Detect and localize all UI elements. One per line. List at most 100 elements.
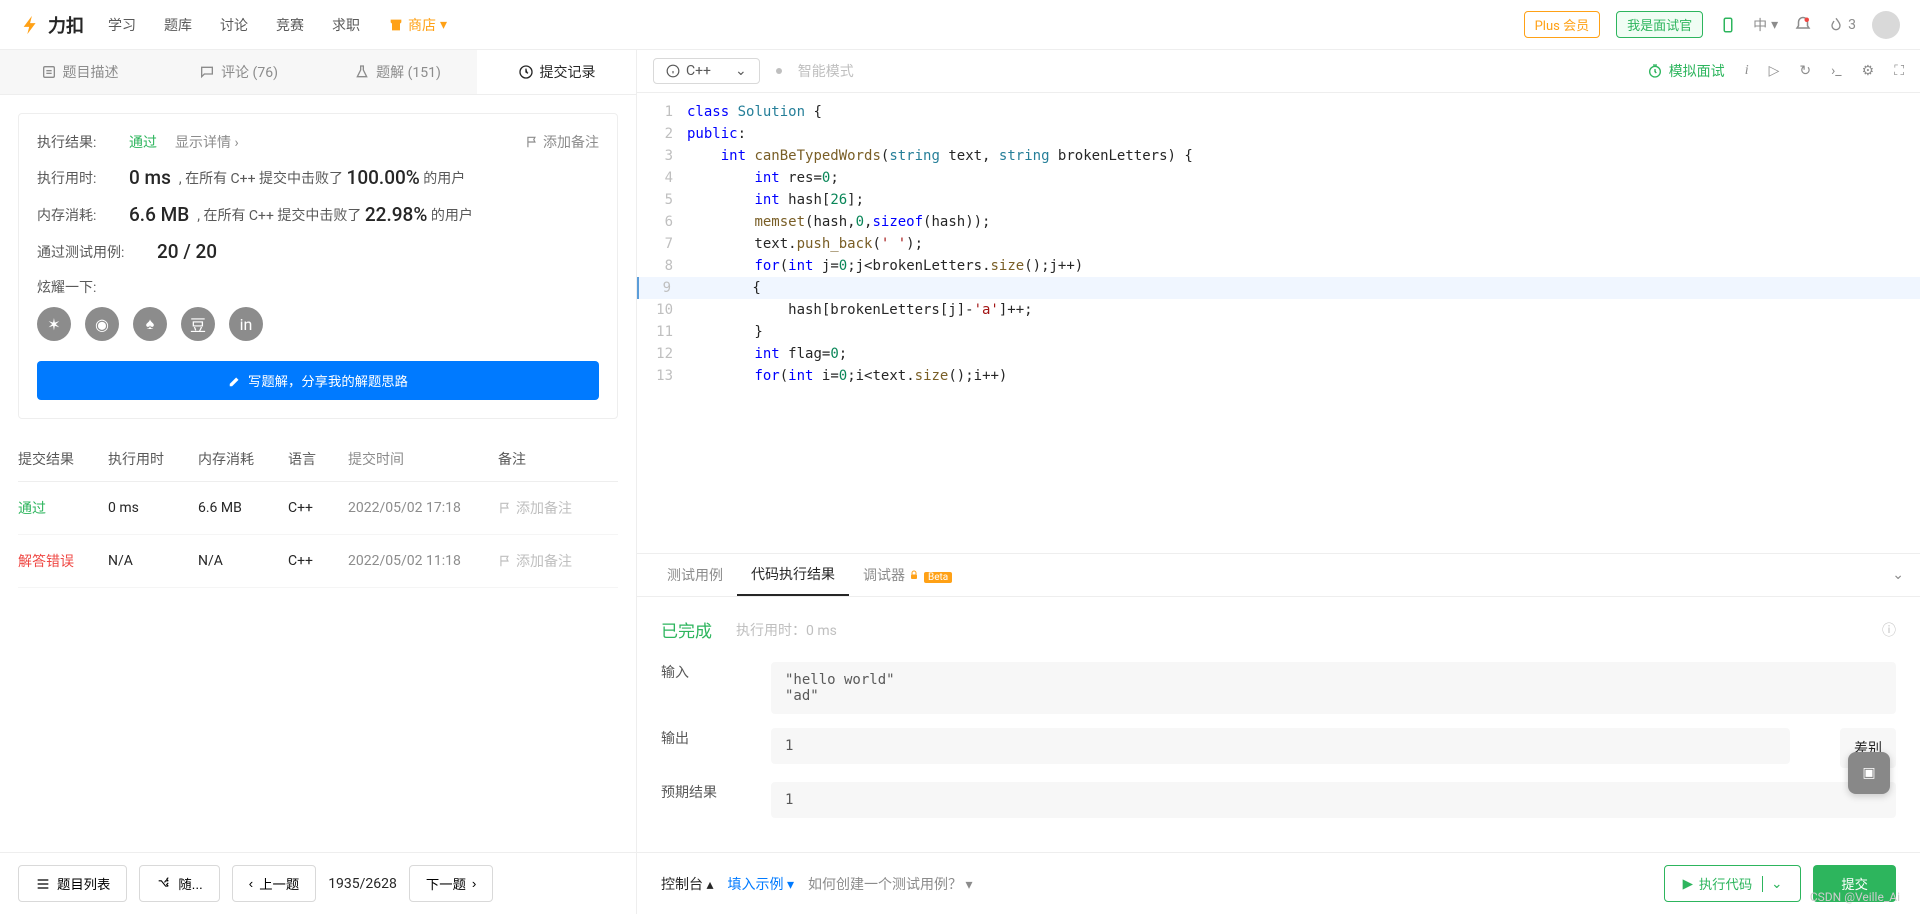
nav-discuss[interactable]: 讨论: [220, 15, 248, 35]
history-icon: [518, 64, 534, 80]
submission-table: 提交结果 执行用时 内存消耗 语言 提交时间 备注 通过 0 ms 6.6 MB…: [18, 437, 618, 588]
console-panel: 测试用例 代码执行结果 调试器 Beta ⌄ 已完成 执行用时：0 ms ⓘ 输…: [637, 553, 1920, 914]
language-select[interactable]: C++ ⌄: [653, 58, 760, 84]
tab-comments[interactable]: 评论 (76): [159, 50, 318, 94]
header-right: Plus 会员 我是面试官 中 ▾ 3: [1524, 11, 1900, 39]
right-panel: C++ ⌄ 智能模式 模拟面试 i ▷ ↻ ›_ ⚙ ⛶ 1class Solu…: [637, 50, 1920, 914]
floating-action-button[interactable]: ▣: [1848, 752, 1890, 794]
logo[interactable]: 力扣: [20, 12, 84, 38]
submit-button[interactable]: 提交: [1813, 865, 1896, 902]
console-exec-time: 执行用时：0 ms: [736, 620, 837, 640]
clock-icon: [1647, 63, 1663, 79]
table-row[interactable]: 解答错误 N/A N/A C++ 2022/05/02 11:18 添加备注: [18, 535, 618, 588]
input-box: "hello world" "ad": [771, 662, 1896, 714]
console-footer: 控制台 ▴ 填入示例 ▾ 如何创建一个测试用例？ ▾ ▶ 执行代码 ⌄ 提交: [637, 852, 1920, 914]
ctab-testcase[interactable]: 测试用例: [653, 555, 737, 595]
brand-text: 力扣: [48, 12, 84, 38]
qq-icon[interactable]: ♠: [133, 307, 167, 341]
flask-icon: [354, 64, 370, 80]
console-tabs: 测试用例 代码执行结果 调试器 Beta ⌄: [637, 554, 1920, 597]
mobile-icon[interactable]: [1719, 16, 1737, 34]
tab-submissions[interactable]: 提交记录: [477, 50, 636, 94]
nav-learn[interactable]: 学习: [108, 15, 136, 35]
submission-content: 执行结果: 通过 显示详情 › 添加备注 执行用时: 0 ms , 在所有 C+…: [0, 95, 636, 852]
plus-button[interactable]: Plus 会员: [1524, 11, 1600, 38]
tab-description[interactable]: 题目描述: [0, 50, 159, 94]
next-button[interactable]: 下一题 ›: [409, 865, 493, 902]
avatar[interactable]: [1872, 11, 1900, 39]
play-icon[interactable]: ▷: [1769, 63, 1780, 79]
mem-value: 6.6 MB: [129, 203, 189, 226]
collapse-icon[interactable]: ⌄: [1892, 567, 1904, 583]
doc-icon: [41, 64, 57, 80]
add-note-link[interactable]: 添加备注: [498, 498, 618, 518]
exec-result-label: 执行结果:: [37, 132, 129, 152]
top-header: 力扣 学习 题库 讨论 竞赛 求职 商店 ▾ Plus 会员 我是面试官 中 ▾…: [0, 0, 1920, 50]
write-solution-button[interactable]: 写题解，分享我的解题思路: [37, 361, 599, 400]
comment-icon: [199, 64, 215, 80]
result-card: 执行结果: 通过 显示详情 › 添加备注 执行用时: 0 ms , 在所有 C+…: [18, 113, 618, 419]
testcase-value: 20 / 20: [157, 240, 217, 263]
linkedin-icon[interactable]: in: [229, 307, 263, 341]
tab-solutions[interactable]: 题解 (151): [318, 50, 477, 94]
left-panel: 题目描述 评论 (76) 题解 (151) 提交记录 执行结果: 通过 显示详情…: [0, 50, 637, 914]
mock-interview-button[interactable]: 模拟面试: [1647, 61, 1725, 81]
shuffle-icon: [156, 876, 172, 892]
ui-language[interactable]: 中 ▾: [1753, 15, 1778, 35]
nav-store[interactable]: 商店 ▾: [388, 15, 447, 35]
problem-counter: 1935/2628: [328, 876, 397, 892]
code-editor[interactable]: 1class Solution {2public:3 int canBeType…: [637, 93, 1920, 553]
prev-button[interactable]: ‹ 上一题: [232, 865, 316, 902]
leetcode-icon: [20, 14, 42, 36]
list-icon: [35, 876, 51, 892]
ctab-debugger[interactable]: 调试器 Beta: [849, 555, 966, 595]
settings-icon[interactable]: ⚙: [1862, 63, 1875, 79]
done-status: 已完成: [661, 617, 712, 642]
fill-example-link[interactable]: 填入示例 ▾: [728, 874, 795, 894]
smart-mode[interactable]: 智能模式: [798, 61, 854, 81]
terminal-icon[interactable]: ›_: [1831, 63, 1842, 79]
console-toggle[interactable]: 控制台 ▴: [661, 874, 714, 894]
add-note-link[interactable]: 添加备注: [498, 551, 618, 571]
share-icons: ✶ ◉ ♠ 豆 in: [37, 307, 599, 341]
problem-tabs: 题目描述 评论 (76) 题解 (151) 提交记录: [0, 50, 636, 95]
fullscreen-icon[interactable]: ⛶: [1894, 63, 1904, 79]
table-row[interactable]: 通过 0 ms 6.6 MB C++ 2022/05/02 17:18 添加备注: [18, 482, 618, 535]
howto-link[interactable]: 如何创建一个测试用例？ ▾: [808, 874, 973, 894]
dot-icon: [776, 68, 782, 74]
show-detail-link[interactable]: 显示详情 ›: [175, 132, 239, 152]
time-beat: 100.00%: [347, 166, 420, 189]
run-code-button[interactable]: ▶ 执行代码 ⌄: [1664, 865, 1802, 902]
flag-icon: [525, 135, 539, 149]
douban-icon[interactable]: 豆: [181, 307, 215, 341]
problem-list-button[interactable]: 题目列表: [18, 865, 127, 902]
nav-contest[interactable]: 竞赛: [276, 15, 304, 35]
bell-icon[interactable]: [1794, 16, 1812, 34]
info-icon-btn[interactable]: i: [1745, 63, 1749, 79]
pencil-icon: [228, 374, 242, 388]
interviewer-button[interactable]: 我是面试官: [1616, 11, 1703, 38]
share-label: 炫耀一下:: [37, 277, 599, 297]
random-button[interactable]: 随...: [139, 865, 219, 902]
testcase-label: 通过测试用例:: [37, 242, 157, 262]
help-icon[interactable]: ⓘ: [1882, 620, 1896, 640]
output-label: 输出: [661, 728, 731, 748]
table-head: 提交结果 执行用时 内存消耗 语言 提交时间 备注: [18, 437, 618, 482]
main-nav: 学习 题库 讨论 竞赛 求职 商店 ▾: [108, 15, 447, 35]
nav-problems[interactable]: 题库: [164, 15, 192, 35]
chevron-down-icon: ⌄: [735, 63, 747, 79]
info-icon: [666, 64, 680, 78]
mem-label: 内存消耗:: [37, 205, 129, 225]
nav-career[interactable]: 求职: [332, 15, 360, 35]
ctab-result[interactable]: 代码执行结果: [737, 554, 849, 596]
mem-beat: 22.98%: [365, 203, 427, 226]
exec-time-label: 执行用时:: [37, 168, 129, 188]
fire-icon[interactable]: 3: [1828, 17, 1856, 33]
expected-box: 1: [771, 782, 1896, 818]
wechat-icon[interactable]: ✶: [37, 307, 71, 341]
weibo-icon[interactable]: ◉: [85, 307, 119, 341]
reset-icon[interactable]: ↻: [1799, 63, 1811, 79]
add-note-button[interactable]: 添加备注: [525, 132, 599, 152]
problem-bottom-bar: 题目列表 随... ‹ 上一题 1935/2628 下一题 ›: [0, 852, 636, 914]
store-icon: [388, 17, 404, 33]
